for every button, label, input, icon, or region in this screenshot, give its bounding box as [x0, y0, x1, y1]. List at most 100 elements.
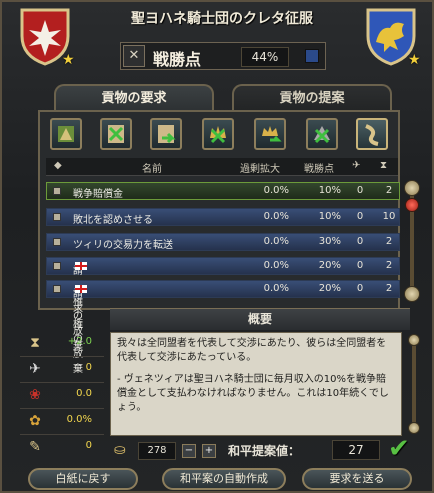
scroll-icon: ✎: [29, 439, 41, 455]
divider: [20, 382, 104, 383]
divider: [20, 356, 104, 357]
peace-acceptance-label: 和平提案値：: [228, 444, 301, 458]
summary-text: 我々は全同盟者を代表して交渉にあたり、彼らは全同盟者を代表して交渉にあたっている…: [110, 332, 402, 436]
side-stat: ✈ 0: [20, 358, 104, 380]
england-flag-icon: [75, 285, 87, 293]
scroll-cancel-button[interactable]: [100, 118, 132, 150]
table-row[interactable]: 請求権の放棄 0.0% 20% 0 2: [46, 280, 400, 375]
row-checkbox[interactable]: [53, 262, 61, 270]
column-expansion[interactable]: 過剰拡大: [240, 160, 280, 175]
decrease-button[interactable]: −: [182, 444, 196, 458]
row-expansion: 0.0%: [263, 260, 289, 271]
side-stat: ✎ 0: [20, 436, 104, 458]
dove-icon: ✈: [29, 361, 41, 377]
flag-icon: [305, 49, 319, 63]
scroll-thumb[interactable]: [405, 198, 419, 212]
row-points: 20%: [318, 283, 341, 294]
table-row[interactable]: 敗北を認めさせる 0.0% 10% 0 10: [46, 208, 400, 226]
tab-demand-tribute[interactable]: 貢物の要求: [54, 84, 214, 112]
summary-scroll-up[interactable]: [408, 334, 420, 346]
send-demand-button[interactable]: 要求を送る: [302, 468, 412, 490]
divider: [20, 408, 104, 409]
table-row[interactable]: 請求権の放棄 0.0% 20% 0 2: [46, 257, 400, 352]
humiliate-button[interactable]: [356, 118, 388, 150]
row-expansion: 0.0%: [263, 185, 289, 196]
side-stat-value: 0.0: [76, 388, 92, 399]
transfer-trade-button[interactable]: [150, 118, 182, 150]
row-checkbox[interactable]: [53, 213, 61, 221]
row-points: 30%: [318, 236, 341, 247]
hourglass-icon: ⧗: [30, 335, 40, 351]
column-points[interactable]: 戦勝点: [304, 160, 334, 175]
release-annex-button[interactable]: [254, 118, 286, 150]
column-name[interactable]: 名前: [142, 160, 162, 175]
side-stat: ✿ 0.0%: [20, 410, 104, 432]
prestige-icon: ❀: [29, 387, 41, 403]
row-name: 敗北を認めさせる: [73, 215, 153, 226]
side-stat-value: +2.0: [67, 336, 92, 347]
row-points: 20%: [318, 260, 341, 271]
knights-shield-icon: ★: [18, 6, 75, 68]
table-row[interactable]: ツィリの交易力を転送 0.0% 30% 0 2: [46, 233, 400, 251]
row-name: 戦争賠償金: [73, 189, 123, 200]
side-stat-value: 0.0%: [66, 414, 92, 425]
side-stat-value: 0: [85, 362, 92, 373]
side-stat: ⧗ +2.0: [20, 332, 104, 354]
row-c2: 2: [385, 185, 393, 196]
table-header: ◆ 名前 過剰拡大 戦勝点 ✈ ⧗: [46, 158, 398, 176]
summary-scroll-down[interactable]: [408, 422, 420, 434]
reset-button[interactable]: 白紙に戻す: [28, 468, 138, 490]
row-checkbox[interactable]: [53, 238, 61, 246]
row-checkbox[interactable]: [53, 187, 61, 195]
side-stat: ❀ 0.0: [20, 384, 104, 406]
england-flag-icon: [75, 262, 87, 270]
star-icon: ★: [62, 52, 75, 68]
gold-amount: 278: [138, 442, 176, 460]
window-title: 聖ヨハネ騎士団のクレタ征服: [131, 11, 313, 27]
take-provinces-button[interactable]: [50, 118, 82, 150]
row-expansion: 0.0%: [263, 283, 289, 294]
row-c1: 0: [356, 185, 364, 196]
trade-icon: ✿: [29, 413, 41, 429]
summary-scrollbar[interactable]: [412, 346, 416, 422]
row-c2: 10: [382, 211, 396, 222]
row-c1: 0: [356, 236, 364, 247]
auto-peace-button[interactable]: 和平案の自動作成: [162, 468, 286, 490]
star-icon: ★: [408, 52, 421, 68]
shield-sort-icon[interactable]: ◆: [54, 160, 62, 171]
war-score-value: 44%: [241, 47, 289, 67]
increase-button[interactable]: +: [202, 444, 216, 458]
row-c1: 0: [356, 283, 364, 294]
row-c2: 2: [385, 236, 393, 247]
summary-title: 概要: [110, 308, 410, 330]
scroll-up-knob[interactable]: [404, 180, 420, 196]
peace-negotiation-window: ★ 聖ヨハネ騎士団のクレタ征服 ★ ✕ 戦勝点 44% 貢物の要求 貢物の提案: [0, 0, 434, 493]
side-stat-value: 0: [85, 440, 92, 451]
row-c1: 0: [356, 211, 364, 222]
venice-shield-icon: ★: [364, 6, 421, 68]
divider: [20, 434, 104, 435]
war-reparations-cancel-button[interactable]: [306, 118, 338, 150]
tab-offer-tribute[interactable]: 貢物の提案: [232, 84, 392, 112]
row-expansion: 0.0%: [263, 236, 289, 247]
row-expansion: 0.0%: [263, 211, 289, 222]
row-c1: 0: [356, 260, 364, 271]
row-points: 10%: [318, 211, 341, 222]
cancel-crown-button[interactable]: [202, 118, 234, 150]
hourglass-icon: ⧗: [380, 160, 388, 171]
crossed-swords-icon[interactable]: ✕: [123, 45, 145, 67]
scroll-down-knob[interactable]: [404, 286, 420, 302]
row-c2: 2: [385, 260, 393, 271]
peace-acceptance-value: 27: [332, 440, 380, 460]
summary-paragraph: - ヴェネツィアは聖ヨハネ騎士団に毎月収入の10%を戦争賠償金として支払わなけれ…: [117, 374, 389, 413]
row-c2: 2: [385, 283, 393, 294]
row-checkbox[interactable]: [53, 285, 61, 293]
summary-paragraph: 我々は全同盟者を代表して交渉にあたり、彼らは全同盟者を代表して交渉にあたっている…: [117, 338, 387, 363]
dove-icon: ✈: [352, 160, 361, 171]
coins-icon: ⛀: [114, 442, 126, 458]
row-name: ツィリの交易力を転送: [73, 240, 173, 251]
war-score-label: 戦勝点: [153, 50, 202, 69]
table-row[interactable]: 戦争賠償金 0.0% 10% 0 2: [46, 182, 400, 200]
row-points: 10%: [318, 185, 341, 196]
war-score-bar: ✕ 戦勝点 44%: [120, 42, 326, 70]
